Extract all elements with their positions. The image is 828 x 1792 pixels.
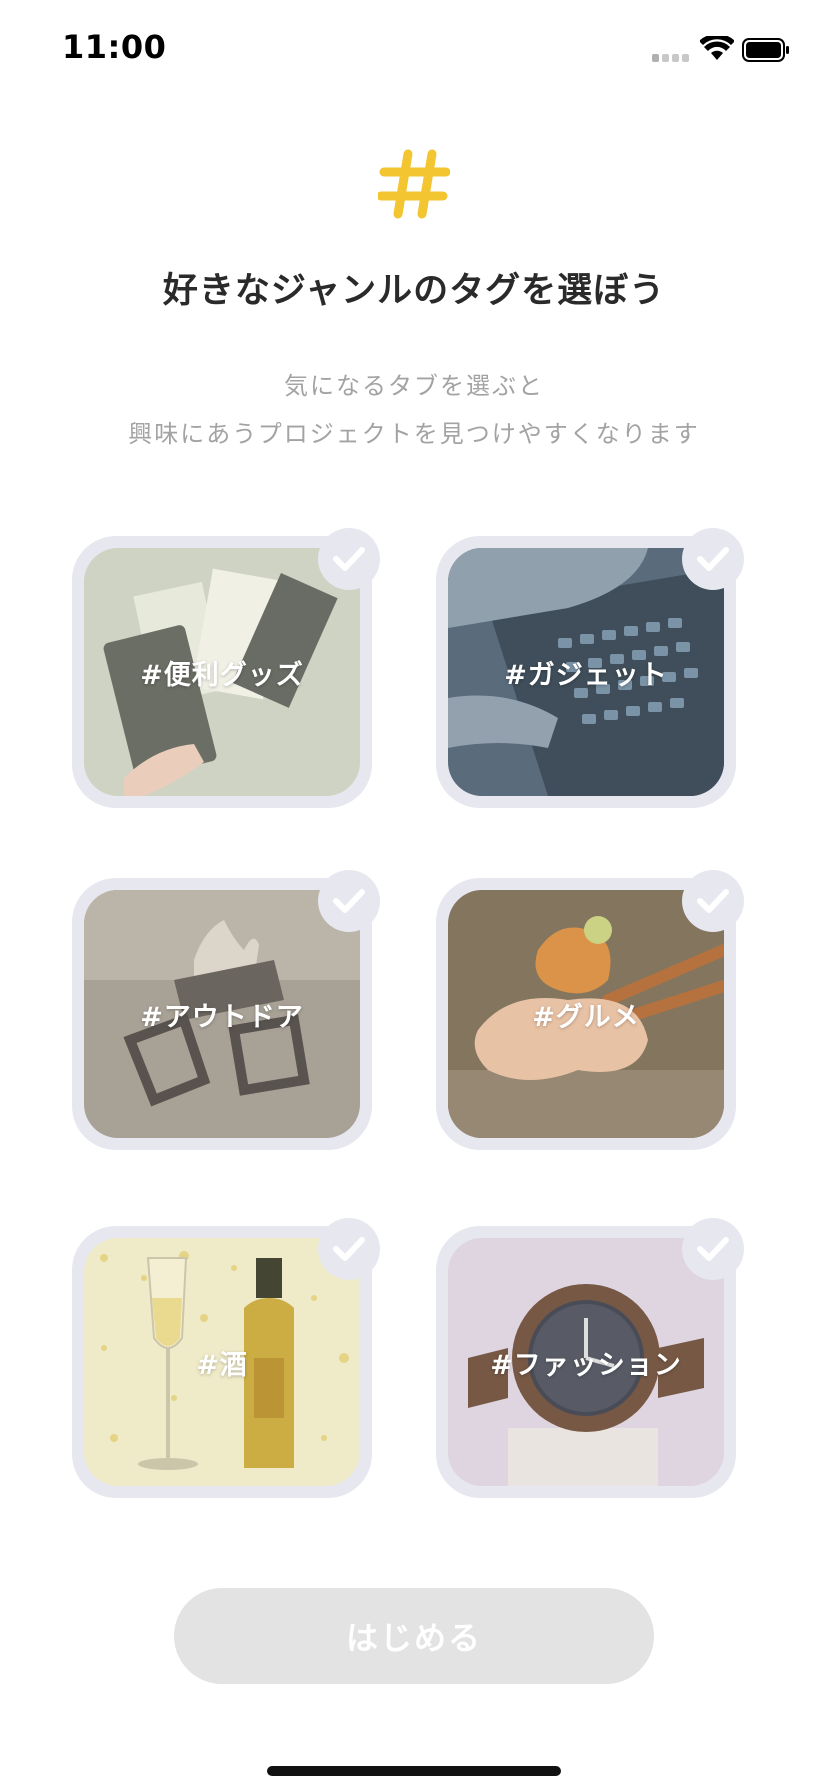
tag-label: #ガジェット	[504, 659, 668, 691]
home-indicator[interactable]	[267, 1766, 561, 1776]
cellular-signal-icon	[652, 50, 692, 62]
tag-label: #ファッション	[490, 1349, 682, 1381]
check-icon	[682, 1218, 744, 1280]
page-title: 好きなジャンルのタグを選ぼう	[162, 271, 666, 311]
tag-card-outdoor[interactable]: #アウトドア	[72, 870, 380, 1150]
check-icon	[318, 870, 380, 932]
tag-card-gourmet[interactable]: #グルメ	[436, 870, 744, 1150]
wifi-icon	[700, 36, 734, 60]
tag-label: #アウトドア	[140, 1001, 304, 1033]
check-icon	[682, 528, 744, 590]
check-icon	[318, 528, 380, 590]
tag-label: #酒	[196, 1349, 248, 1381]
tag-card-gadget[interactable]: #ガジェット	[436, 528, 744, 808]
check-icon	[682, 870, 744, 932]
subtitle-line-1: 気になるタブを選ぶと	[284, 372, 544, 400]
tag-card-goods[interactable]: #便利グッズ	[72, 528, 380, 808]
battery-icon	[742, 38, 789, 62]
status-time: 11:00	[62, 28, 167, 66]
tag-card-sake[interactable]: #酒	[72, 1218, 380, 1498]
status-bar: 11:00	[0, 0, 828, 100]
start-button[interactable]: はじめる	[174, 1588, 654, 1684]
tag-label: #グルメ	[532, 1001, 640, 1033]
tag-label: #便利グッズ	[140, 659, 304, 691]
tag-card-fashion[interactable]: #ファッション	[436, 1218, 744, 1498]
check-icon	[318, 1218, 380, 1280]
hash-icon	[378, 149, 450, 219]
subtitle-line-2: 興味にあうプロジェクトを見つけやすくなります	[128, 420, 700, 448]
